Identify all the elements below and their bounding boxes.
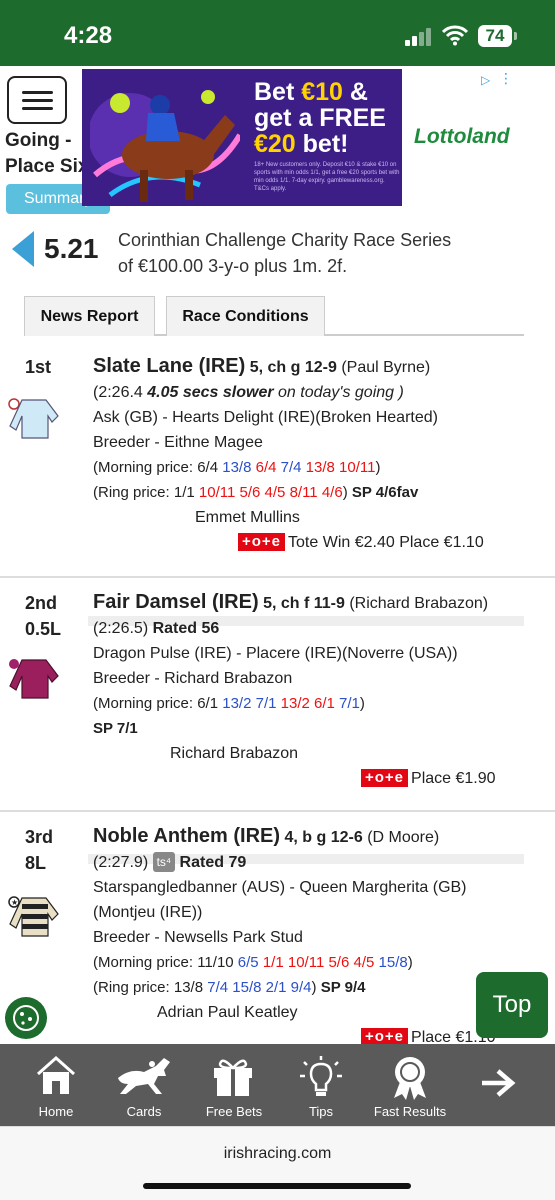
trainer[interactable]: Emmet Mullins <box>93 505 553 530</box>
battery-indicator: 74 <box>478 25 517 47</box>
signal-icon <box>405 28 433 46</box>
ad-more-icon[interactable]: ⋮ <box>499 71 513 85</box>
wifi-icon <box>442 25 468 46</box>
breeding: Ask (GB) - Hearts Delight (IRE)(Broken H… <box>93 409 438 426</box>
starting-price: SP 7/1 <box>93 720 138 737</box>
race-title: Corinthian Challenge Charity Race Series… <box>118 230 452 276</box>
menu-button[interactable] <box>7 76 67 124</box>
race-header: 5.21 Corinthian Challenge Charity Race S… <box>0 221 555 281</box>
horse-name[interactable]: Noble Anthem (IRE) <box>93 825 280 847</box>
tab-race-conditions[interactable]: Race Conditions <box>166 296 325 336</box>
url-text: irishracing.com <box>223 1145 332 1162</box>
finish-position: 3rd <box>25 827 54 847</box>
arrow-right-icon <box>482 1069 516 1097</box>
nav-free-bets[interactable]: Free Bets <box>198 1044 270 1126</box>
breeding-dam-sire: (Montjeu (IRE)) <box>93 904 203 921</box>
race-tabs: News Report Race Conditions <box>24 296 524 336</box>
tab-news-report[interactable]: News Report <box>24 296 155 336</box>
horse-name[interactable]: Fair Damsel (IRE) <box>93 591 259 613</box>
divider <box>0 810 555 812</box>
breeder: Breeder - Richard Brabazon <box>93 670 293 687</box>
adchoices-icon[interactable]: ▷ <box>481 73 495 87</box>
breeding: Dragon Pulse (IRE) - Placere (IRE)(Nover… <box>93 645 458 662</box>
divider <box>0 576 555 578</box>
bottom-nav: Home Cards Free Bets Tips Fast Results <box>0 1044 555 1126</box>
gift-icon <box>214 1059 252 1096</box>
rosette-icon <box>394 1057 426 1100</box>
race-meta-text: Going - Place Six <box>5 130 89 177</box>
status-time: 4:28 <box>64 22 113 49</box>
jockey-horse-image <box>90 90 240 202</box>
finish-position: 1st <box>25 357 52 377</box>
jockey-silks-icon <box>8 398 59 439</box>
beaten-distance: 0.5L <box>25 619 62 639</box>
svg-text:★: ★ <box>11 898 18 907</box>
jockey-silks-icon: ★ <box>8 896 59 937</box>
breeder: Breeder - Newsells Park Stud <box>93 929 303 946</box>
home-indicator[interactable] <box>143 1183 411 1189</box>
nav-home[interactable]: Home <box>22 1044 90 1126</box>
ad-headline: Bet €10 & get a FREE €20 bet! <box>254 78 386 158</box>
nav-fast-results[interactable]: Fast Results <box>366 1044 454 1126</box>
home-icon <box>37 1055 75 1094</box>
breeding: Starspangledbanner (AUS) - Queen Margher… <box>93 879 467 896</box>
back-to-top-button[interactable]: Top <box>476 972 548 1038</box>
tote-result: Place €1.90 <box>411 770 496 787</box>
morning-price: (Morning price: 6/1 13/2 7/1 13/2 6/1 7/… <box>93 695 365 712</box>
ad-small-print: 18+ New customers only. Deposit €10 & st… <box>254 162 400 192</box>
trainer[interactable]: Richard Brabazon <box>93 741 553 766</box>
lottoland-logo: Lottoland <box>414 125 510 148</box>
tote-logo: +o+e <box>361 769 409 787</box>
morning-price: (Morning price: 6/4 13/8 6/4 7/4 13/8 10… <box>93 459 381 476</box>
ring-price: (Ring price: 1/1 10/11 5/6 4/5 8/11 4/6)… <box>93 484 419 501</box>
status-bar: 4:28 74 <box>0 0 555 66</box>
tote-logo: +o+e <box>361 1028 409 1044</box>
jockey-silks-icon <box>9 659 59 699</box>
finish-position: 2nd <box>25 593 58 613</box>
cookie-settings-button[interactable] <box>5 997 47 1039</box>
previous-race-arrow-icon[interactable] <box>12 231 34 267</box>
horse-name[interactable]: Slate Lane (IRE) <box>93 355 245 377</box>
advert-banner[interactable]: Bet €10 & get a FREE €20 bet! 18+ New cu… <box>82 69 519 206</box>
tote-result: Tote Win €2.40 Place €1.10 <box>288 534 484 551</box>
nav-tips[interactable]: Tips <box>290 1044 352 1126</box>
breeder: Breeder - Eithne Magee <box>93 434 263 451</box>
page-content: Going - Place Six Summary Bet €10 & get … <box>0 66 555 1044</box>
lightbulb-icon <box>300 1056 342 1096</box>
beaten-distance: 8L <box>25 853 47 873</box>
horse-icon <box>118 1058 170 1094</box>
timeform-badge[interactable]: ts⁴ <box>152 852 176 872</box>
browser-url-bar[interactable]: irishracing.com <box>0 1126 555 1200</box>
cookie-icon <box>13 1005 39 1031</box>
race-number: 5.21 <box>44 233 99 264</box>
nav-more[interactable] <box>470 1044 530 1126</box>
nav-cards[interactable]: Cards <box>110 1044 178 1126</box>
tote-logo: +o+e <box>238 533 286 551</box>
ad-brand-panel: Lottoland <box>402 69 519 206</box>
